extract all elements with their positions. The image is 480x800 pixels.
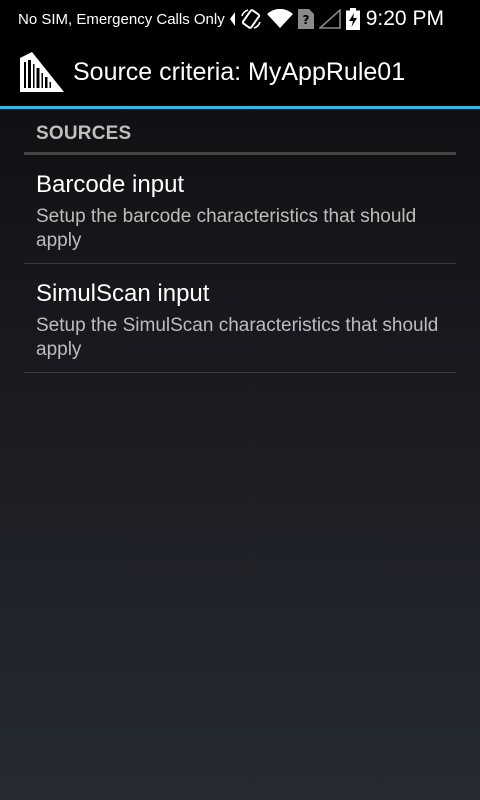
clock: 9:20 PM <box>365 7 444 30</box>
barcode-input-title: Barcode input <box>36 171 185 198</box>
carrier-text: No SIM, Emergency Calls Only <box>18 10 225 28</box>
barcode-scanner-icon[interactable] <box>18 48 66 96</box>
status-bar: No SIM, Emergency Calls Only ? 9:20 PM <box>0 0 480 38</box>
sim-unknown-icon: ? <box>297 9 314 29</box>
screen: No SIM, Emergency Calls Only ? 9:20 PM S… <box>0 0 480 800</box>
status-icons: ? <box>229 8 360 30</box>
preference-list: SOURCES Barcode input Setup the barcode … <box>24 109 456 373</box>
barcode-input-summary: Setup the barcode characteristics that s… <box>36 206 417 251</box>
simulscan-input-item[interactable]: SimulScan input Setup the SimulScan char… <box>24 264 456 373</box>
page-title: Source criteria: MyAppRule01 <box>73 57 406 86</box>
rotate-icon <box>240 8 262 30</box>
battery-charging-icon <box>345 8 360 30</box>
action-bar: Source criteria: MyAppRule01 <box>0 38 480 106</box>
data-arrow-icon <box>229 11 235 27</box>
simulscan-input-summary: Setup the SimulScan characteristics that… <box>36 315 439 360</box>
wifi-icon <box>266 9 293 29</box>
barcode-input-item[interactable]: Barcode input Setup the barcode characte… <box>24 155 456 264</box>
sources-section-header: SOURCES <box>24 109 456 155</box>
signal-empty-icon <box>318 9 341 29</box>
svg-text:?: ? <box>302 13 309 27</box>
simulscan-input-title: SimulScan input <box>36 280 210 307</box>
